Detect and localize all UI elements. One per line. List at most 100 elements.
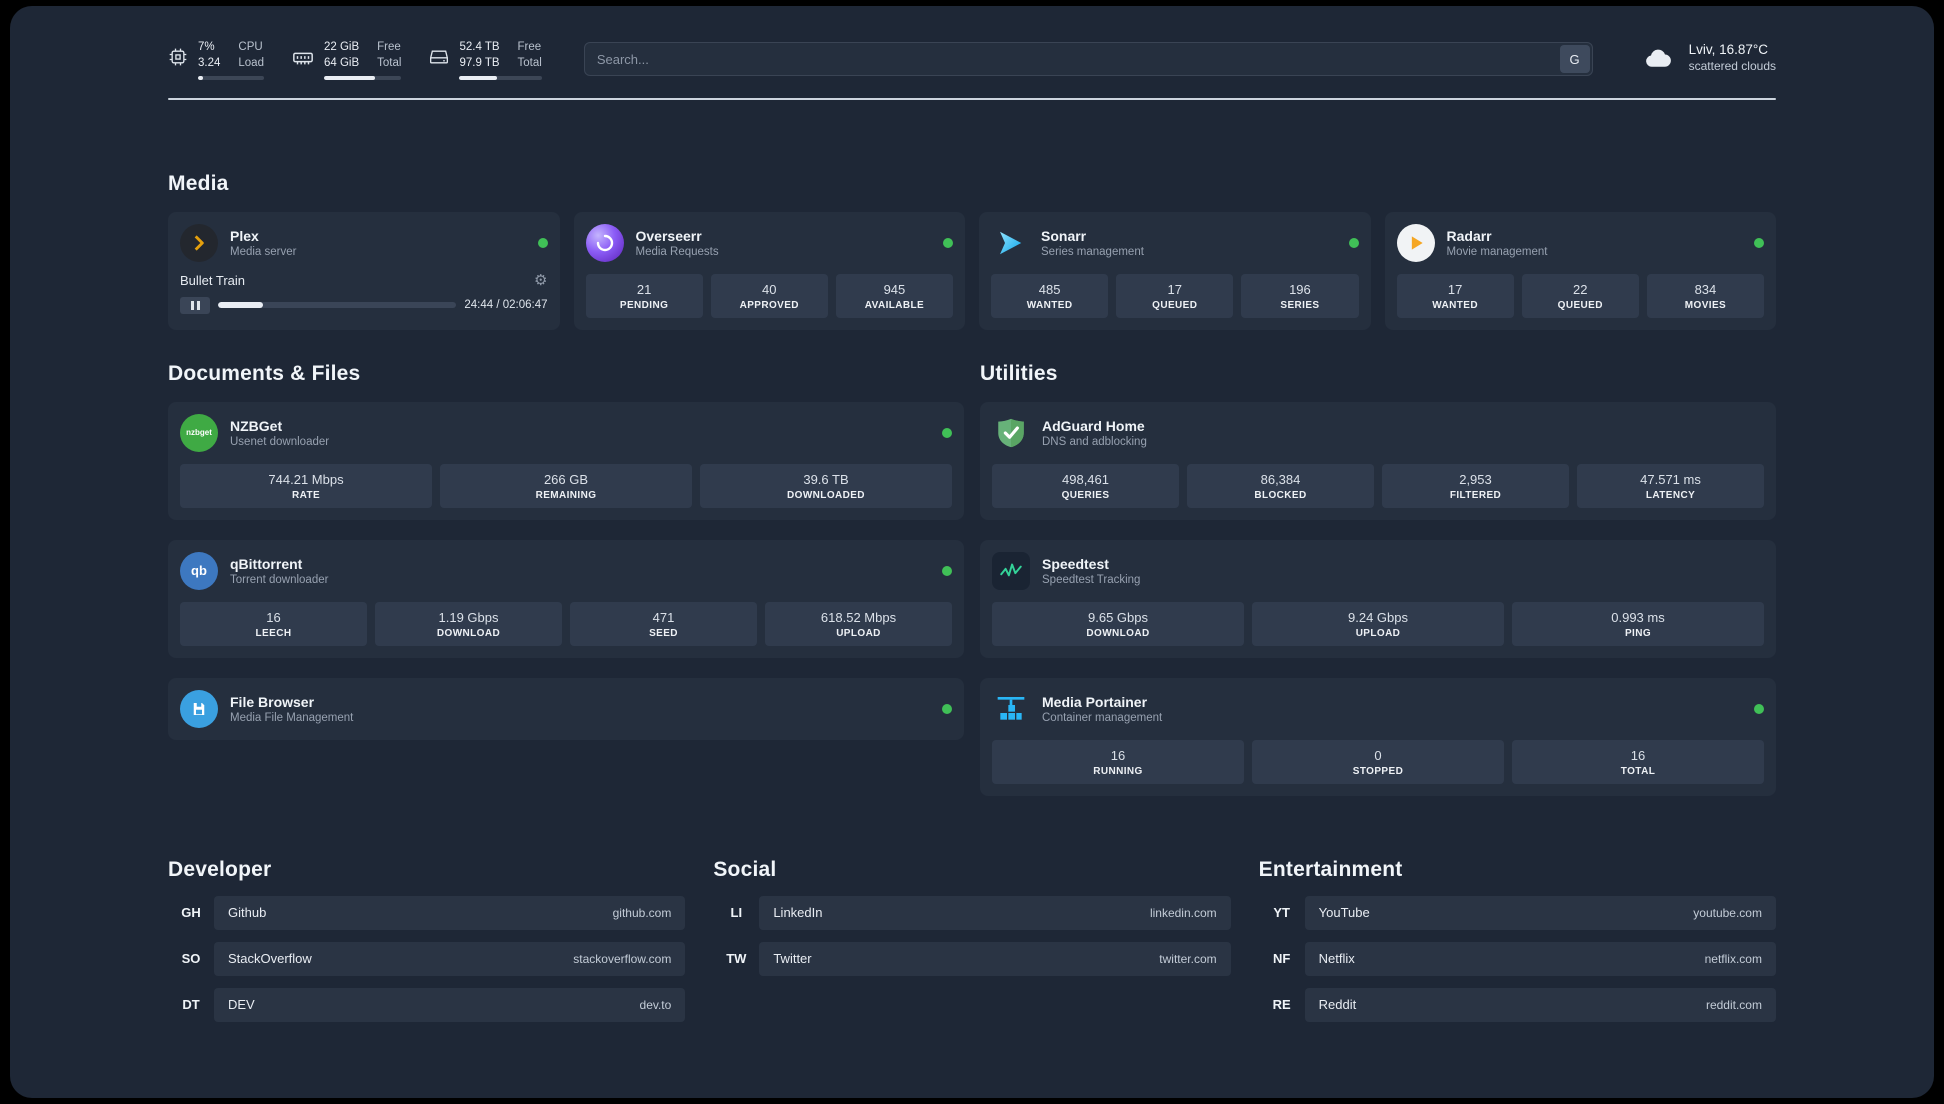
bookmark-twitter[interactable]: TW Twitter twitter.com — [713, 941, 1231, 976]
stat-label: BLOCKED — [1254, 489, 1307, 501]
app-card-plex[interactable]: Plex Media server Bullet Train ⚙ 24:44 /… — [168, 211, 560, 330]
app-card-overseerr[interactable]: Overseerr Media Requests 21 PENDING 40 APP… — [573, 211, 965, 330]
bookmark-name: Netflix — [1318, 951, 1355, 967]
app-name: Radarr — [1446, 227, 1492, 244]
stat-value: 16 — [266, 609, 281, 625]
bookmark-stackoverflow[interactable]: SO StackOverflow stackoverflow.com — [168, 941, 686, 976]
stat-value: 266 GB — [543, 471, 589, 487]
speedtest-icon — [992, 551, 1030, 590]
stat-label: UPLOAD — [836, 627, 881, 639]
bookmark-name: StackOverflow — [228, 951, 312, 967]
section-title-developer: Developer — [168, 857, 272, 881]
disk-free-value: 52.4 TB — [459, 41, 500, 53]
app-name: qBittorrent — [230, 555, 303, 572]
weather-condition: scattered clouds — [1688, 59, 1776, 73]
topbar-divider — [168, 97, 1776, 100]
app-desc: Series management — [1041, 245, 1144, 258]
cloud-icon — [1639, 43, 1677, 73]
stat-value: 40 — [762, 281, 777, 297]
bookmark-name: Reddit — [1318, 997, 1357, 1013]
search-input[interactable] — [584, 51, 1560, 67]
stat-label: FILTERED — [1449, 489, 1502, 501]
stat-tile: 40 APPROVED — [710, 273, 828, 318]
stat-tile: 9.24 Gbps UPLOAD — [1252, 601, 1504, 646]
bookmark-youtube[interactable]: YT YouTube youtube.com — [1259, 895, 1776, 930]
app-name: File Browser — [230, 693, 315, 710]
bookmark-url: reddit.com — [1705, 997, 1762, 1012]
status-dot — [537, 237, 548, 248]
app-card-speedtest[interactable]: Speedtest Speedtest Tracking 9.65 Gbps DO… — [980, 539, 1776, 658]
cpu-load-label: Load — [238, 56, 264, 69]
bookmark-url: netflix.com — [1704, 951, 1762, 966]
playback-progress-bar — [218, 302, 457, 309]
social-column: Social LI LinkedIn linkedin.com TW Twitte… — [713, 858, 1231, 1022]
stat-tile: 834 MOVIES — [1646, 273, 1765, 318]
stat-tile: 22 QUEUED — [1521, 273, 1639, 318]
app-card-sonarr[interactable]: Sonarr Series management 485 WANTED 17 QUE… — [979, 211, 1371, 330]
stat-value: 16 — [1110, 747, 1126, 763]
disk-usage-bar — [459, 75, 542, 80]
stat-tile: 471 SEED — [570, 601, 757, 646]
app-desc: Container management — [1042, 711, 1163, 724]
gear-icon[interactable]: ⚙ — [534, 273, 547, 288]
app-card-nzbget[interactable]: nzbget NZBGet Usenet downloader 744.21 M… — [168, 401, 964, 520]
stat-tile: 16 LEECH — [180, 601, 367, 646]
stat-tile: 47.571 ms LATENCY — [1577, 463, 1764, 508]
bookmark-url: dev.to — [639, 997, 672, 1012]
app-card-adguard[interactable]: AdGuard Home DNS and adblocking 498,461 Q… — [980, 401, 1776, 520]
bookmark-abbr: GH — [181, 905, 201, 921]
qbittorrent-icon: qb — [180, 551, 218, 590]
app-card-portainer[interactable]: Media Portainer Container management 16 R… — [980, 677, 1776, 796]
stat-label: LATENCY — [1645, 489, 1696, 501]
bookmark-netflix[interactable]: NF Netflix netflix.com — [1259, 941, 1776, 976]
stat-label: DOWNLOADED — [787, 489, 865, 501]
ram-free-label: Free — [377, 41, 401, 53]
bookmark-abbr: DT — [182, 997, 200, 1013]
stat-value: 1.19 Gbps — [438, 609, 499, 625]
stat-tile: 86,384 BLOCKED — [1187, 463, 1374, 508]
status-dot — [942, 427, 952, 438]
stat-value: 47.571 ms — [1640, 471, 1701, 487]
bookmark-dev[interactable]: DT DEV dev.to — [168, 987, 686, 1022]
stat-tile: 17 QUEUED — [1116, 273, 1234, 318]
stat-value: 618.52 Mbps — [820, 609, 897, 625]
stat-value: 86,384 — [1260, 471, 1301, 487]
app-card-radarr[interactable]: Radarr Movie management 17 WANTED 22 QUEUE… — [1384, 211, 1776, 330]
stat-label: SEED — [649, 627, 678, 639]
app-desc: Torrent downloader — [230, 573, 329, 586]
stat-value: 0.993 ms — [1611, 609, 1665, 625]
stat-value: 9.24 Gbps — [1348, 609, 1408, 625]
app-name: Speedtest — [1042, 555, 1109, 572]
status-dot — [1754, 703, 1764, 714]
stat-tile: 9.65 Gbps DOWNLOAD — [992, 601, 1244, 646]
stat-label: QUEUED — [1557, 299, 1603, 311]
stat-value: 485 — [1038, 281, 1061, 297]
status-dot — [943, 237, 953, 248]
app-card-qbittorrent[interactable]: qb qBittorrent Torrent downloader 16 LEEC… — [168, 539, 964, 658]
app-card-filebrowser[interactable]: File Browser Media File Management — [168, 677, 964, 740]
developer-column: Developer GH Github github.com SO StackOv… — [168, 857, 686, 1022]
pause-button[interactable] — [180, 296, 210, 314]
bookmark-linkedin[interactable]: LI LinkedIn linkedin.com — [713, 895, 1231, 930]
stat-tile: 16 RUNNING — [992, 739, 1244, 784]
bookmark-reddit[interactable]: RE Reddit reddit.com — [1259, 987, 1776, 1022]
app-name: NZBGet — [230, 417, 283, 434]
radarr-icon — [1396, 223, 1435, 262]
app-desc: DNS and adblocking — [1042, 435, 1147, 448]
bookmark-github[interactable]: GH Github github.com — [168, 895, 686, 930]
disk-free-label: Free — [517, 41, 542, 53]
bookmark-abbr: SO — [181, 951, 201, 967]
utilities-column: Utilities AdGuard Home DNS and adblockin… — [980, 362, 1776, 796]
stat-label: LEECH — [255, 627, 292, 639]
cpu-percent-value: 7% — [198, 41, 215, 53]
cpu-load-value: 3.24 — [198, 56, 221, 69]
documents-column: Documents & Files nzbget NZBGet Usenet d… — [168, 362, 964, 796]
cpu-percent-label: CPU — [238, 41, 263, 53]
stat-tile: 485 WANTED — [991, 273, 1109, 318]
dashboard-frame: 7% CPU 3.24 Load 22 GiB Free 64 GiB Tota… — [10, 6, 1934, 1098]
ram-usage-bar — [323, 75, 402, 80]
stat-tile: 21 PENDING — [585, 273, 703, 318]
app-desc: Usenet downloader — [230, 435, 330, 448]
bookmark-url: twitter.com — [1159, 951, 1217, 966]
search-engine-button[interactable]: G — [1559, 45, 1590, 73]
